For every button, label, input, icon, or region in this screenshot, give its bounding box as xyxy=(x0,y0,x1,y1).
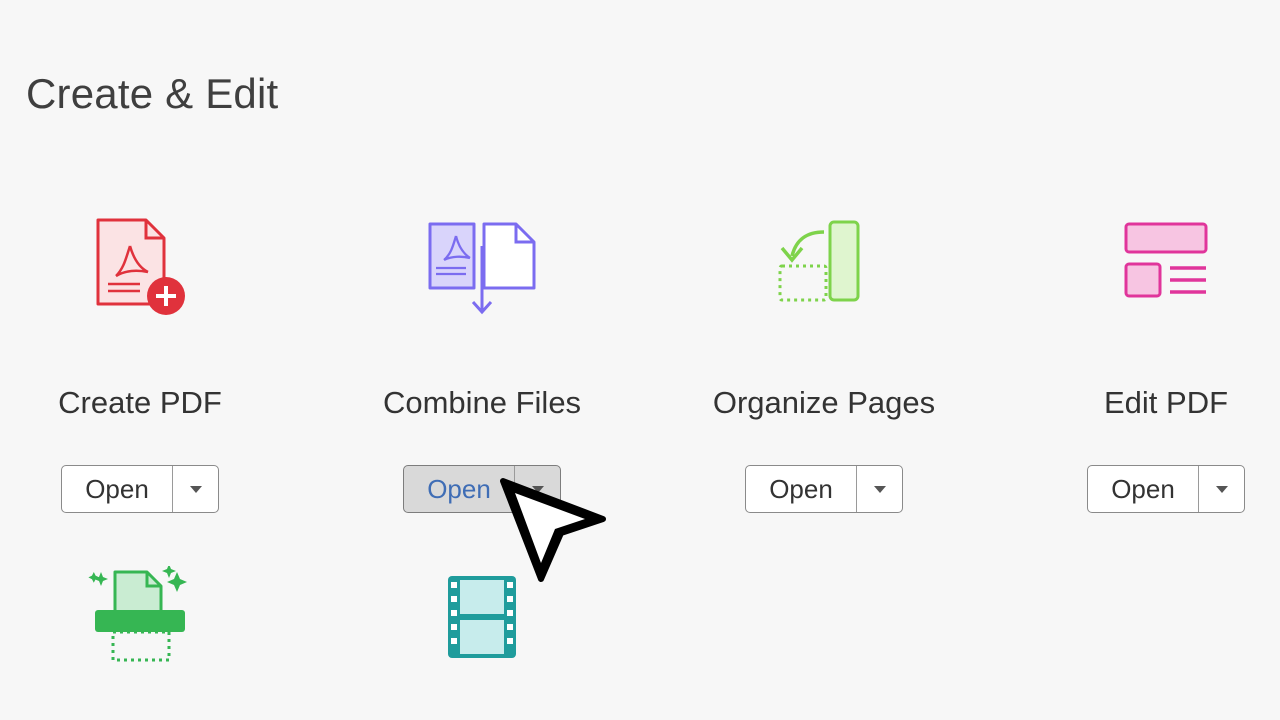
chevron-down-icon xyxy=(873,485,886,493)
open-dropdown-button[interactable] xyxy=(1199,466,1244,512)
combine-files-icon[interactable] xyxy=(422,218,542,323)
open-split-button: Open xyxy=(61,465,219,513)
open-dropdown-button[interactable] xyxy=(857,466,902,512)
open-button[interactable]: Open xyxy=(1088,466,1199,512)
tool-label: Combine Files xyxy=(382,385,582,420)
scan-icon[interactable] xyxy=(85,564,195,675)
chevron-down-icon xyxy=(189,485,202,493)
mouse-cursor-icon xyxy=(497,475,612,595)
open-split-button: Open xyxy=(1087,465,1245,513)
tool-label: Organize Pages xyxy=(712,385,936,420)
open-split-button: Open xyxy=(745,465,903,513)
edit-pdf-icon[interactable] xyxy=(1116,218,1216,323)
open-button[interactable]: Open xyxy=(746,466,857,512)
create-pdf-icon[interactable] xyxy=(90,218,190,323)
tool-label: Edit PDF xyxy=(1103,385,1229,420)
section-title: Create & Edit xyxy=(26,70,279,117)
tool-label: Create PDF xyxy=(58,385,222,420)
organize-pages-icon[interactable] xyxy=(774,218,874,323)
open-button[interactable]: Open xyxy=(62,466,173,512)
open-dropdown-button[interactable] xyxy=(173,466,218,512)
chevron-down-icon xyxy=(1215,485,1228,493)
